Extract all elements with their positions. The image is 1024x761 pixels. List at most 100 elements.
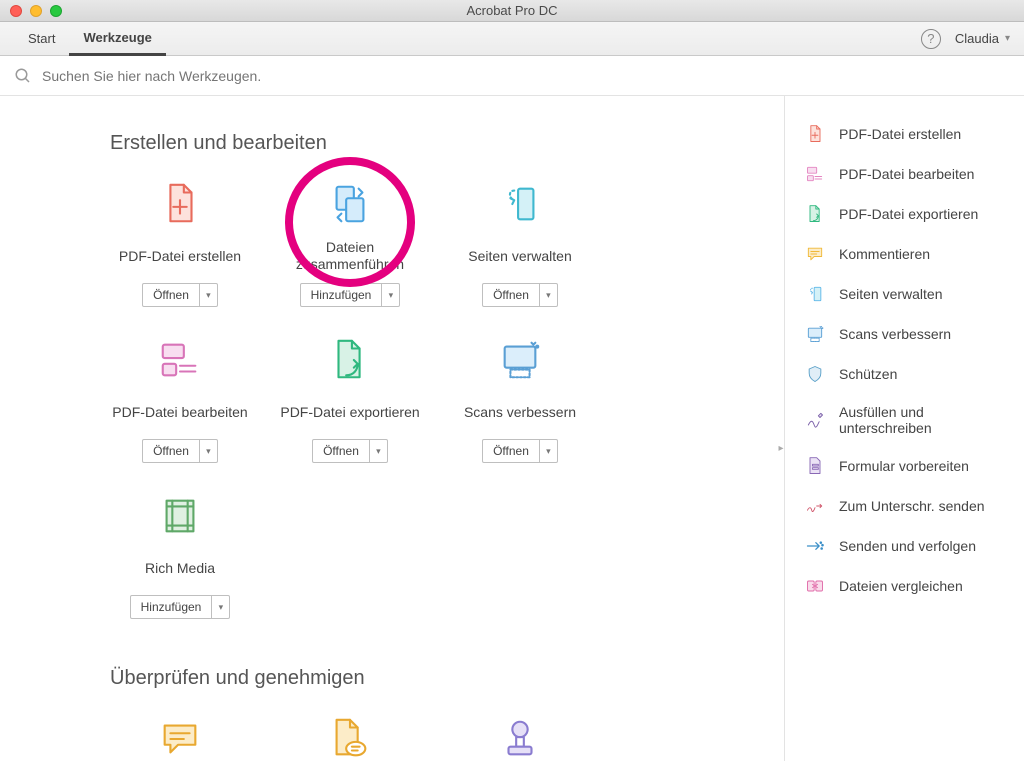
chevron-down-icon[interactable]: ▾ <box>381 284 399 306</box>
window-titlebar: Acrobat Pro DC <box>0 0 1024 22</box>
send-sign-icon <box>805 496 825 516</box>
organize-icon <box>805 284 825 304</box>
search-input[interactable] <box>42 68 442 84</box>
window-title: Acrobat Pro DC <box>0 3 1024 18</box>
sidebar-item-label: PDF-Datei exportieren <box>839 206 978 222</box>
sidebar-item-enhance-scan[interactable]: Scans verbessern <box>785 314 1024 354</box>
sidebar-item-label: Scans verbessern <box>839 326 951 342</box>
tool-action-label: Hinzufügen <box>301 284 382 306</box>
section-title: Erstellen und bearbeiten <box>110 132 754 155</box>
compare-icon <box>805 576 825 596</box>
tool-comment[interactable]: KommentierenÖffnen▾ <box>110 714 250 761</box>
tool-action-button[interactable]: Öffnen▾ <box>482 439 558 463</box>
user-menu[interactable]: Claudia ▾ <box>955 31 1010 46</box>
chevron-down-icon[interactable]: ▾ <box>539 440 557 462</box>
sidebar-item-send-track[interactable]: Senden und verfolgen <box>785 526 1024 566</box>
tool-action-button[interactable]: Hinzufügen▾ <box>130 595 231 619</box>
tab-werkzeuge[interactable]: Werkzeuge <box>69 22 165 56</box>
export-pdf-icon <box>805 204 825 224</box>
prepare-form-icon <box>805 456 825 476</box>
chevron-down-icon: ▾ <box>1005 33 1010 44</box>
chevron-down-icon[interactable]: ▾ <box>539 284 557 306</box>
chevron-down-icon[interactable]: ▾ <box>199 284 217 306</box>
tool-action-button[interactable]: Öffnen▾ <box>142 439 218 463</box>
sidebar-item-protect[interactable]: Schützen <box>785 354 1024 394</box>
tool-action-label: Öffnen <box>143 440 199 462</box>
enhance-scan-icon <box>495 335 545 385</box>
rich-media-icon <box>155 491 205 541</box>
send-track-icon <box>805 536 825 556</box>
stamp-icon <box>495 714 545 761</box>
main-tool-panel: Erstellen und bearbeiten PDF-Datei erstel… <box>0 96 784 761</box>
sidebar-item-label: PDF-Datei erstellen <box>839 126 961 142</box>
chevron-down-icon[interactable]: ▾ <box>211 596 229 618</box>
sidebar-item-edit-pdf[interactable]: PDF-Datei bearbeiten <box>785 154 1024 194</box>
tool-action-label: Hinzufügen <box>131 596 212 618</box>
sidebar-item-compare[interactable]: Dateien vergleichen <box>785 566 1024 606</box>
tool-send-comment[interactable]: Zum Kommentieren sendenHinzufügen▾ <box>280 714 420 761</box>
tool-action-label: Öffnen <box>483 440 539 462</box>
sidebar-item-label: Seiten verwalten <box>839 286 943 302</box>
user-name: Claudia <box>955 31 999 46</box>
tool-export-pdf[interactable]: PDF-Datei exportieren Öffnen▾ <box>280 335 420 463</box>
organize-icon <box>495 179 545 229</box>
tool-action-button[interactable]: Hinzufügen▾ <box>300 283 401 307</box>
sidebar-item-label: Dateien vergleichen <box>839 578 963 594</box>
tool-action-label: Öffnen <box>483 284 539 306</box>
sidebar-item-label: Zum Unterschr. senden <box>839 498 985 514</box>
sidebar-item-label: Senden und verfolgen <box>839 538 976 554</box>
tool-action-label: Öffnen <box>313 440 369 462</box>
tool-enhance-scan[interactable]: Scans verbessern Öffnen▾ <box>450 335 590 463</box>
tool-searchbar <box>0 56 1024 96</box>
combine-icon <box>325 179 375 229</box>
chevron-down-icon[interactable]: ▾ <box>199 440 217 462</box>
tool-organize[interactable]: Seiten verwalten Öffnen▾ <box>450 179 590 307</box>
tool-label: Rich Media <box>145 549 215 587</box>
search-icon <box>14 67 32 85</box>
sidebar-item-send-sign[interactable]: Zum Unterschr. senden <box>785 486 1024 526</box>
sidebar-item-comment[interactable]: Kommentieren <box>785 234 1024 274</box>
send-comment-icon <box>325 714 375 761</box>
right-sidebar: ▸ PDF-Datei erstellenPDF-Datei bearbeite… <box>784 96 1024 761</box>
help-icon[interactable]: ? <box>921 29 941 49</box>
sidebar-item-label: Ausfüllen und unterschreiben <box>839 404 1004 436</box>
section-title: Überprüfen und genehmigen <box>110 667 754 690</box>
top-menubar: Start Werkzeuge ? Claudia ▾ <box>0 22 1024 56</box>
edit-pdf-icon <box>155 335 205 385</box>
tool-action-button[interactable]: Öffnen▾ <box>142 283 218 307</box>
sidebar-item-create-pdf[interactable]: PDF-Datei erstellen <box>785 114 1024 154</box>
comment-icon <box>155 714 205 761</box>
sidebar-item-organize[interactable]: Seiten verwalten <box>785 274 1024 314</box>
tool-action-button[interactable]: Öffnen▾ <box>312 439 388 463</box>
tool-combine[interactable]: Dateien zusammenführen Hinzufügen▾ <box>280 179 420 307</box>
tab-start[interactable]: Start <box>14 22 69 56</box>
comment-icon <box>805 244 825 264</box>
tool-action-button[interactable]: Öffnen▾ <box>482 283 558 307</box>
sidebar-item-prepare-form[interactable]: Formular vorbereiten <box>785 446 1024 486</box>
tool-label: Seiten verwalten <box>468 237 572 275</box>
sidebar-item-fill-sign[interactable]: Ausfüllen und unterschreiben <box>785 394 1024 446</box>
create-pdf-icon <box>805 124 825 144</box>
fill-sign-icon <box>805 410 825 430</box>
tool-rich-media[interactable]: Rich Media Hinzufügen▾ <box>110 491 250 619</box>
tool-stamp[interactable]: StempelHinzufügen▾ <box>450 714 590 761</box>
edit-pdf-icon <box>805 164 825 184</box>
sidebar-item-label: Kommentieren <box>839 246 930 262</box>
create-pdf-icon <box>155 179 205 229</box>
tool-label: PDF-Datei bearbeiten <box>112 393 247 431</box>
sidebar-item-export-pdf[interactable]: PDF-Datei exportieren <box>785 194 1024 234</box>
sidebar-item-label: Formular vorbereiten <box>839 458 969 474</box>
sidebar-item-label: PDF-Datei bearbeiten <box>839 166 974 182</box>
tool-edit-pdf[interactable]: PDF-Datei bearbeiten Öffnen▾ <box>110 335 250 463</box>
tool-label: PDF-Datei erstellen <box>119 237 241 275</box>
tool-label: Scans verbessern <box>464 393 576 431</box>
tool-create-pdf[interactable]: PDF-Datei erstellen Öffnen▾ <box>110 179 250 307</box>
tool-label: PDF-Datei exportieren <box>280 393 419 431</box>
protect-icon <box>805 364 825 384</box>
tool-action-label: Öffnen <box>143 284 199 306</box>
export-pdf-icon <box>325 335 375 385</box>
enhance-scan-icon <box>805 324 825 344</box>
tool-label: Dateien zusammenführen <box>280 237 420 275</box>
sidebar-collapse-handle[interactable]: ▸ <box>777 429 785 469</box>
chevron-down-icon[interactable]: ▾ <box>369 440 387 462</box>
